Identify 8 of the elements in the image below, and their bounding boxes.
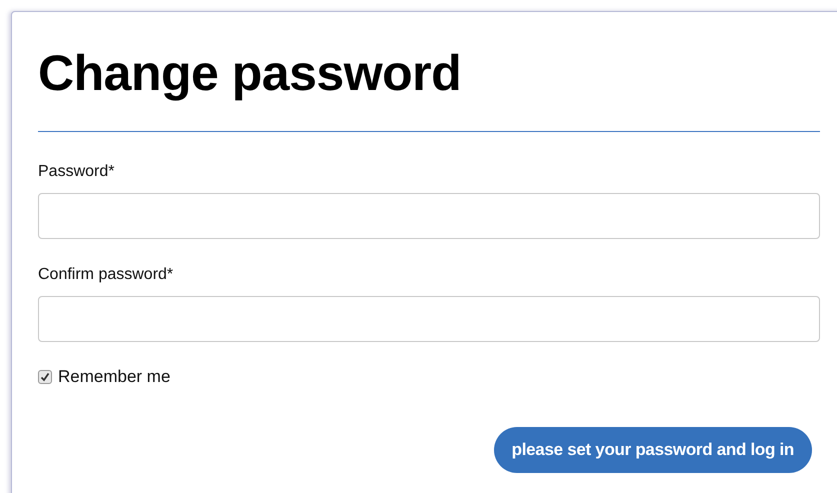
remember-checkbox[interactable]	[38, 370, 52, 384]
password-field[interactable]	[38, 193, 820, 239]
submit-button[interactable]: please set your password and log in	[494, 427, 812, 473]
field-label: Password*	[38, 162, 116, 182]
page-title: Change password	[38, 44, 462, 103]
checkbox-label: Remember me	[58, 367, 170, 387]
password-field[interactable]	[38, 296, 820, 342]
field-label: Confirm password*	[38, 265, 174, 285]
